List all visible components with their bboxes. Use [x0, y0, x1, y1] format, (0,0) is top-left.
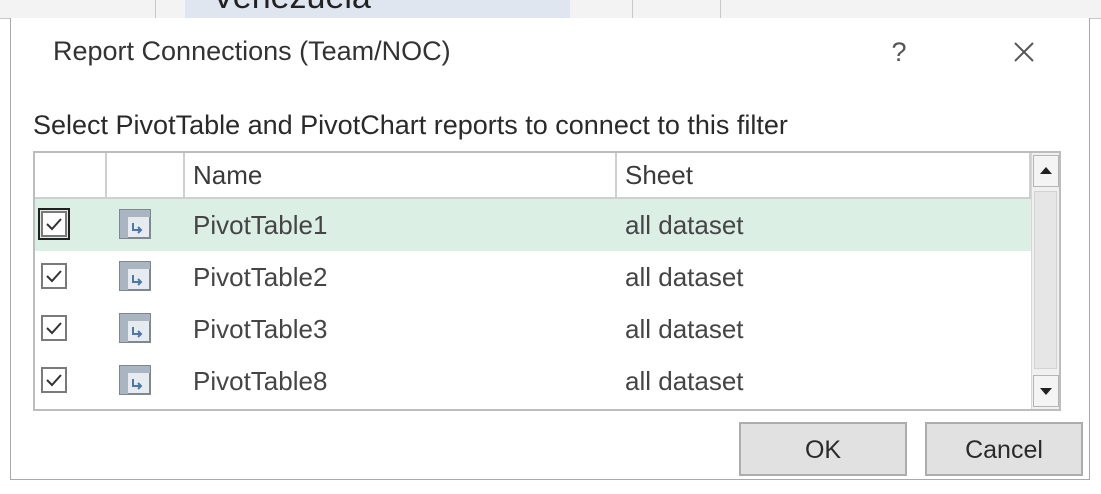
help-icon: ?: [891, 37, 907, 67]
list-item[interactable]: PivotTable3 all dataset: [35, 303, 1031, 355]
scroll-up-button[interactable]: [1033, 155, 1059, 187]
scroll-down-button[interactable]: [1033, 375, 1059, 407]
spreadsheet-selected-cell: Venezuela: [185, 0, 570, 18]
spreadsheet-cell: [570, 0, 633, 18]
close-icon: [1014, 42, 1034, 62]
pivot-table-icon: [119, 261, 151, 291]
row-checkbox[interactable]: [38, 208, 70, 240]
check-icon: [46, 374, 62, 387]
pivot-table-icon: [119, 313, 151, 343]
triangle-up-icon: [1040, 167, 1052, 174]
header-sheet[interactable]: Sheet: [617, 153, 1031, 197]
list-item[interactable]: PivotTable1 all dataset: [35, 199, 1031, 251]
spreadsheet-cell: [0, 0, 156, 18]
row-checkbox[interactable]: [41, 315, 67, 341]
check-icon: [46, 322, 62, 335]
row-checkbox[interactable]: [41, 263, 67, 289]
pivot-table-icon: [119, 209, 151, 239]
row-sheet: all dataset: [625, 262, 744, 292]
spreadsheet-cell-text: Venezuela: [212, 0, 371, 17]
spreadsheet-cell: [632, 0, 721, 18]
header-name[interactable]: Name: [185, 153, 617, 197]
spreadsheet-row-strip: Venezuela: [0, 0, 1101, 19]
close-button[interactable]: [1004, 32, 1044, 72]
row-sheet: all dataset: [625, 366, 744, 396]
list-item[interactable]: PivotTable2 all dataset: [35, 251, 1031, 303]
check-icon: [46, 270, 62, 283]
triangle-down-icon: [1040, 388, 1052, 395]
cancel-button[interactable]: Cancel: [925, 422, 1083, 476]
row-name: PivotTable2: [193, 262, 328, 292]
ok-button[interactable]: OK: [739, 422, 907, 476]
list-header: Name Sheet: [35, 153, 1031, 199]
check-icon: [46, 218, 62, 231]
dialog-title: Report Connections (Team/NOC): [53, 36, 451, 66]
help-button[interactable]: ?: [879, 32, 919, 72]
row-sheet: all dataset: [625, 314, 744, 344]
row-name: PivotTable3: [193, 314, 328, 344]
row-name: PivotTable8: [193, 366, 328, 396]
list-item[interactable]: PivotTable8 all dataset: [35, 355, 1031, 407]
report-connections-dialog: Report Connections (Team/NOC) ? Select P…: [10, 18, 1090, 480]
row-sheet: all dataset: [625, 210, 744, 240]
header-icon-column: [107, 153, 185, 197]
row-name: PivotTable1: [193, 210, 328, 240]
header-check-column: [35, 153, 107, 197]
row-checkbox[interactable]: [41, 367, 67, 393]
report-list: Name Sheet PivotTable1 all dataset Pivot…: [33, 151, 1061, 411]
scroll-thumb[interactable]: [1034, 191, 1057, 369]
spreadsheet-cell: [155, 0, 186, 18]
list-scrollbar[interactable]: [1031, 153, 1059, 409]
dialog-instruction: Select PivotTable and PivotChart reports…: [33, 110, 788, 140]
pivot-table-icon: [119, 365, 151, 395]
